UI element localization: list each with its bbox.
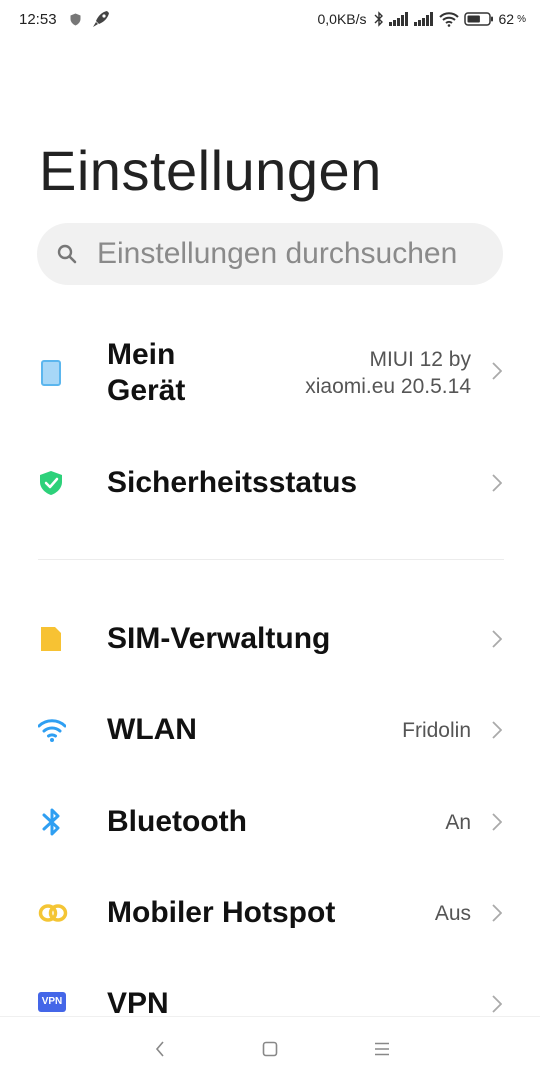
status-time: 12:53 bbox=[19, 11, 57, 28]
signal-icon bbox=[413, 12, 434, 26]
shield-icon bbox=[70, 13, 81, 30]
bluetooth-icon bbox=[41, 807, 63, 842]
settings-item-security-status[interactable]: Sicherheitsstatus bbox=[0, 450, 540, 516]
settings-item-wlan[interactable]: WLAN Fridolin bbox=[0, 697, 540, 763]
chevron-right-icon bbox=[492, 474, 503, 497]
home-icon[interactable] bbox=[262, 1039, 278, 1064]
vpn-icon: VPN bbox=[38, 992, 66, 1012]
item-label: Bluetooth bbox=[107, 805, 247, 838]
security-shield-icon bbox=[38, 469, 64, 502]
chevron-right-icon bbox=[492, 813, 503, 836]
settings-item-mobile-hotspot[interactable]: Mobiler Hotspot Aus bbox=[0, 880, 540, 946]
search-bar[interactable] bbox=[37, 223, 503, 285]
wifi-icon bbox=[438, 11, 459, 27]
signal-icon bbox=[388, 12, 409, 26]
page-title: Einstellungen bbox=[39, 139, 382, 202]
recents-icon[interactable] bbox=[373, 1039, 391, 1064]
settings-item-my-device[interactable]: Mein Gerät MIUI 12 by xiaomi.eu 20.5.14 bbox=[0, 330, 540, 420]
item-label: WLAN bbox=[107, 713, 197, 746]
item-label: VPN bbox=[107, 987, 169, 1016]
battery-icon bbox=[463, 12, 494, 26]
sim-card-icon bbox=[38, 625, 64, 658]
hotspot-icon bbox=[38, 902, 68, 929]
search-input[interactable] bbox=[97, 223, 497, 285]
device-icon bbox=[38, 359, 64, 392]
chevron-right-icon bbox=[492, 630, 503, 653]
item-value-line1: MIUI 12 by bbox=[369, 348, 471, 371]
settings-item-bluetooth[interactable]: Bluetooth An bbox=[0, 789, 540, 855]
battery-unit: % bbox=[517, 13, 526, 25]
wifi-icon bbox=[37, 717, 67, 748]
chevron-right-icon bbox=[492, 995, 503, 1016]
item-label: Mobiler Hotspot bbox=[107, 896, 336, 929]
settings-item-vpn[interactable]: VPN VPN bbox=[0, 971, 540, 1016]
status-bar: 12:53 0,0KB/s 62 % bbox=[0, 0, 540, 40]
chevron-right-icon bbox=[492, 362, 503, 385]
item-label: SIM-Verwaltung bbox=[107, 622, 331, 655]
item-label-line2: Gerät bbox=[107, 374, 186, 407]
item-value: Fridolin bbox=[402, 719, 471, 742]
item-value: Aus bbox=[434, 902, 471, 925]
settings-item-sim-management[interactable]: SIM-Verwaltung bbox=[0, 606, 540, 672]
chevron-right-icon bbox=[492, 904, 503, 927]
back-icon[interactable] bbox=[154, 1039, 166, 1064]
search-icon bbox=[57, 244, 77, 269]
bluetooth-icon bbox=[374, 11, 384, 27]
navigation-bar bbox=[0, 1016, 540, 1081]
item-value-line2: xiaomi.eu 20.5.14 bbox=[305, 375, 471, 398]
item-label-line1: Mein bbox=[107, 338, 176, 371]
chevron-right-icon bbox=[492, 721, 503, 744]
rocket-icon bbox=[91, 9, 111, 33]
item-value: An bbox=[445, 811, 471, 834]
section-divider bbox=[38, 559, 504, 560]
net-speed: 0,0KB/s bbox=[317, 11, 367, 27]
item-label: Sicherheitsstatus bbox=[107, 466, 358, 499]
battery-level: 62 bbox=[498, 11, 515, 27]
